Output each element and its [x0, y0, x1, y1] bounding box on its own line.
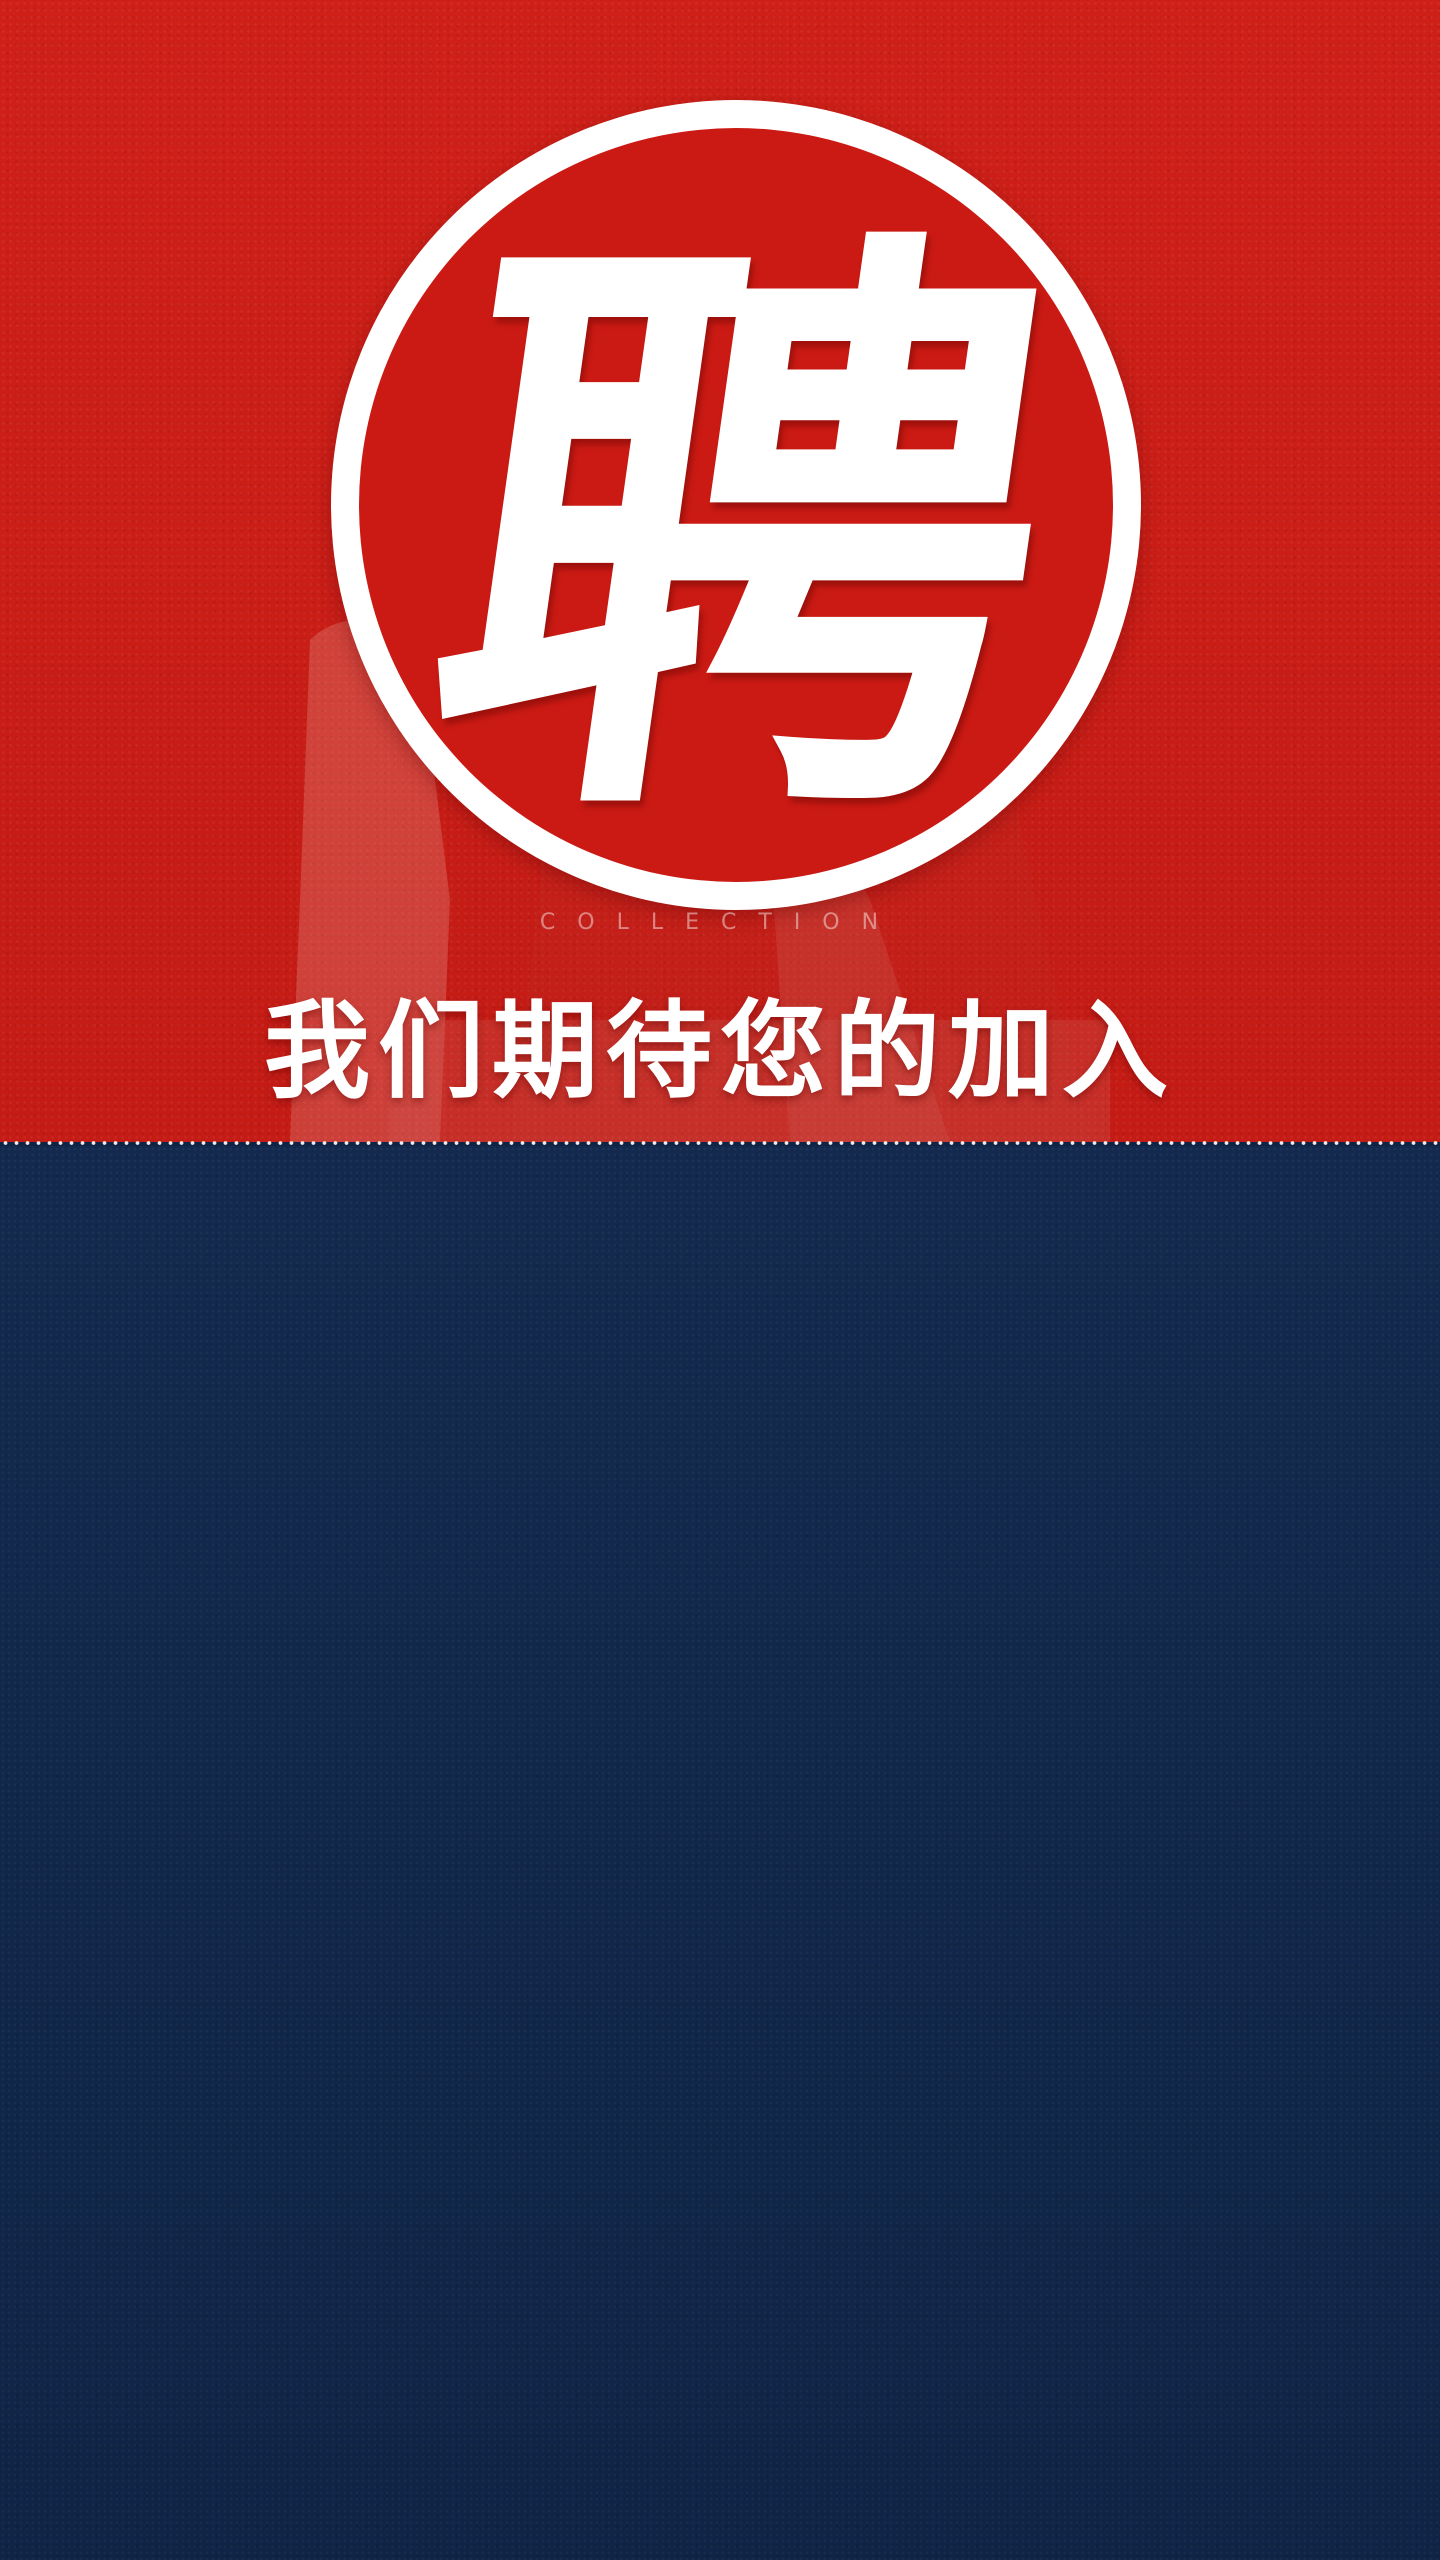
navy-textured-body — [0, 1146, 1440, 2560]
collection-tagline: COLLECTION — [539, 910, 901, 935]
seal-emblem: 聘 — [331, 100, 1141, 910]
seal-character: 聘 — [394, 182, 1094, 887]
recruitment-poster: 聘 COLLECTION 我们期待您的加入 — [0, 0, 1440, 2560]
seal-red-disc: 聘 — [359, 128, 1113, 887]
headline: 我们期待您的加入 — [264, 990, 1176, 1113]
